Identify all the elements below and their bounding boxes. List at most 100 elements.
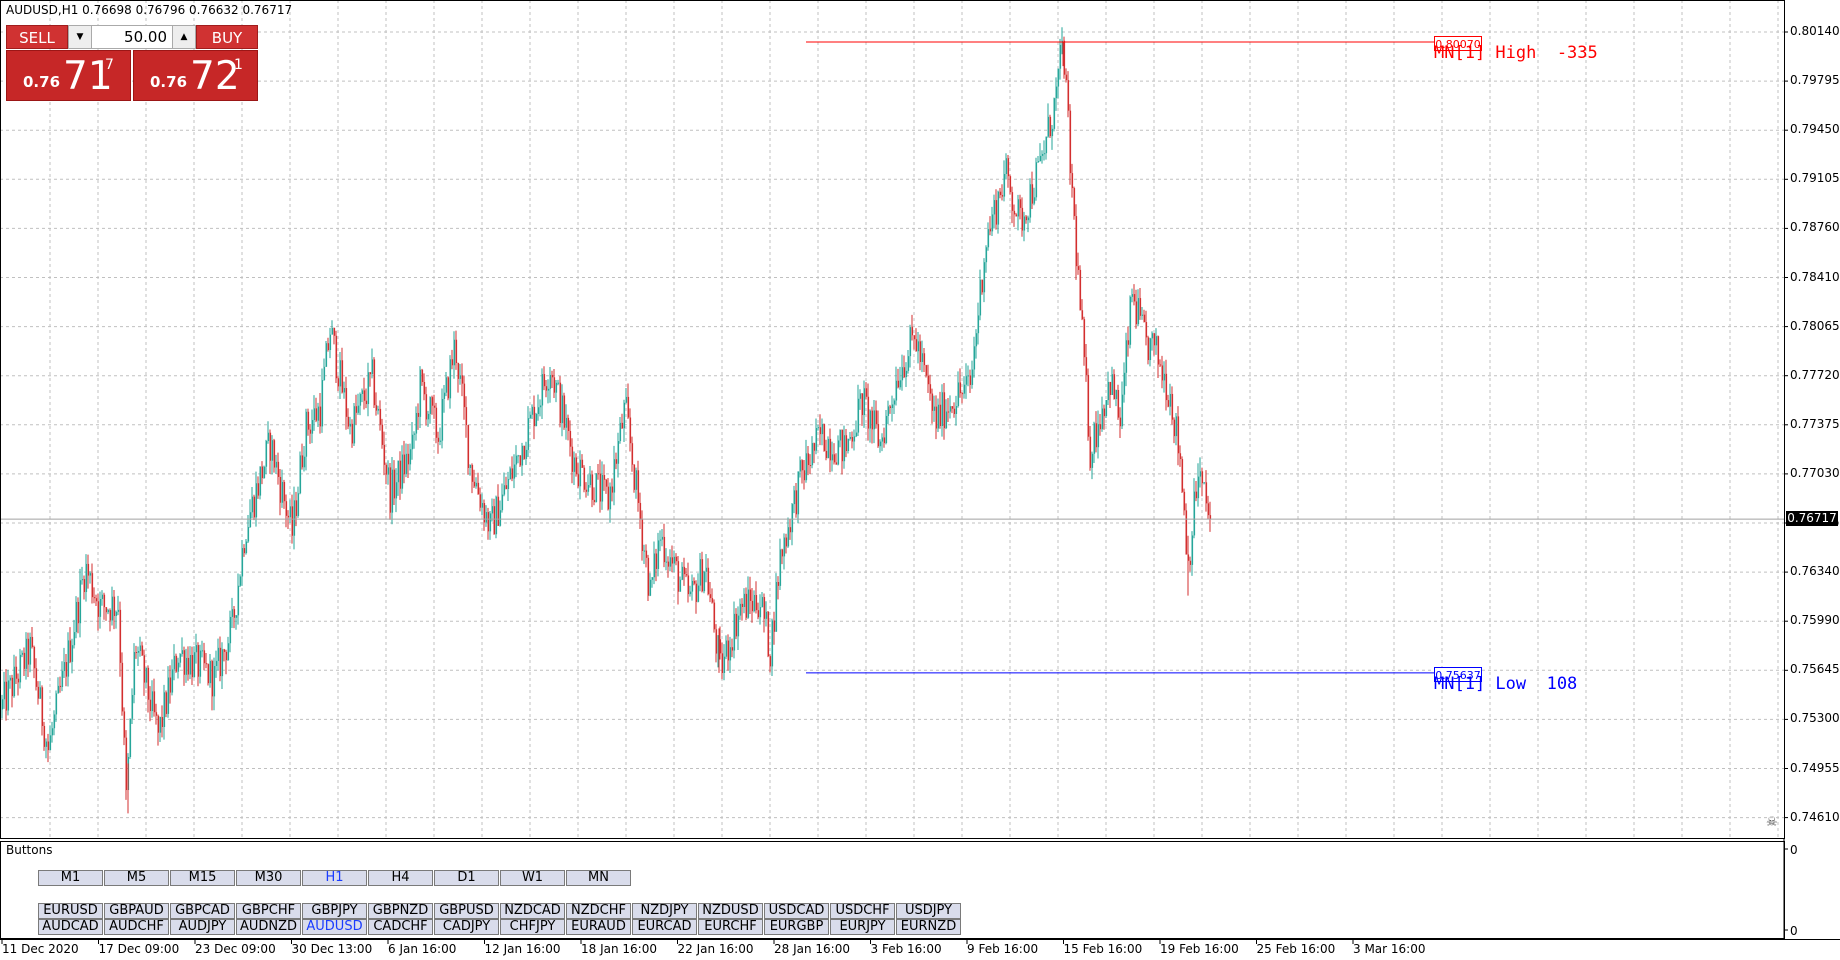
candle-body bbox=[599, 473, 602, 502]
lots-value[interactable]: 50.00 bbox=[93, 26, 171, 48]
symbol-button-audchf[interactable]: AUDCHF bbox=[104, 919, 169, 935]
candle-body bbox=[923, 353, 926, 366]
candle-body bbox=[697, 585, 700, 602]
symbol-button-gbpchf[interactable]: GBPCHF bbox=[236, 903, 301, 919]
symbol-button-gbpaud[interactable]: GBPAUD bbox=[104, 903, 169, 919]
candle-body bbox=[711, 598, 714, 603]
candle-body bbox=[625, 396, 628, 403]
candle-body bbox=[147, 667, 150, 700]
symbol-button-chfjpy[interactable]: CHFJPY bbox=[500, 919, 565, 935]
candle-body bbox=[53, 714, 56, 729]
symbol-button-audnzd[interactable]: AUDNZD bbox=[236, 919, 301, 935]
symbol-button-eurusd[interactable]: EURUSD bbox=[38, 903, 103, 919]
candle-body bbox=[799, 460, 802, 472]
timeframe-button-h1[interactable]: H1 bbox=[302, 870, 367, 886]
candle-body bbox=[205, 663, 208, 665]
candle-body bbox=[109, 610, 112, 621]
symbol-button-gbpusd[interactable]: GBPUSD bbox=[434, 903, 499, 919]
symbol-button-eurjpy[interactable]: EURJPY bbox=[830, 919, 895, 935]
symbol-button-audjpy[interactable]: AUDJPY bbox=[170, 919, 235, 935]
candle-body bbox=[801, 460, 804, 471]
candle-body bbox=[125, 737, 128, 791]
sell-price-sup: 7 bbox=[105, 57, 114, 73]
candle-body bbox=[747, 589, 750, 618]
symbol-button-nzdcad[interactable]: NZDCAD bbox=[500, 903, 565, 919]
candle-body bbox=[1015, 214, 1018, 217]
symbol-button-eurchf[interactable]: EURCHF bbox=[698, 919, 763, 935]
sell-price-box[interactable]: 0.76 71 7 bbox=[6, 50, 131, 101]
buy-button[interactable]: BUY bbox=[196, 25, 258, 49]
symbol-button-eurnzd[interactable]: EURNZD bbox=[896, 919, 961, 935]
candle-body bbox=[229, 616, 232, 644]
symbol-button-eurcad[interactable]: EURCAD bbox=[632, 919, 697, 935]
candle-body bbox=[345, 388, 348, 417]
candle-body bbox=[47, 741, 50, 751]
timeframe-button-m30[interactable]: M30 bbox=[236, 870, 301, 886]
grid bbox=[0, 0, 1788, 839]
candle-body bbox=[659, 539, 662, 541]
lots-decrease-button[interactable]: ▼ bbox=[69, 26, 92, 48]
candle-body bbox=[115, 611, 118, 616]
candle-body bbox=[217, 647, 220, 661]
candle-body bbox=[623, 402, 626, 429]
lots-input[interactable]: ▼ 50.00 ▲ bbox=[68, 25, 196, 49]
timeframe-button-h4[interactable]: H4 bbox=[368, 870, 433, 886]
symbol-button-audusd[interactable]: AUDUSD bbox=[302, 919, 367, 935]
candle-body bbox=[277, 461, 280, 477]
candle-body bbox=[469, 464, 472, 468]
candle-body bbox=[57, 685, 60, 694]
candle-body bbox=[85, 563, 88, 593]
buy-price-box[interactable]: 0.76 72 1 bbox=[133, 50, 258, 101]
candle-body bbox=[161, 717, 164, 727]
candle-body bbox=[19, 654, 22, 683]
sell-button[interactable]: SELL bbox=[6, 25, 68, 49]
timeframe-button-d1[interactable]: D1 bbox=[434, 870, 499, 886]
candle-body bbox=[459, 375, 462, 379]
candle-body bbox=[561, 395, 564, 424]
timeframe-button-w1[interactable]: W1 bbox=[500, 870, 565, 886]
time-tick-label: 11 Dec 2020 bbox=[2, 942, 79, 956]
candle-body bbox=[1105, 400, 1108, 417]
symbol-button-euraud[interactable]: EURAUD bbox=[566, 919, 631, 935]
timeframe-button-m5[interactable]: M5 bbox=[104, 870, 169, 886]
candle-body bbox=[871, 410, 874, 430]
symbol-button-gbpnzd[interactable]: GBPNZD bbox=[368, 903, 433, 919]
symbol-button-gbpjpy[interactable]: GBPJPY bbox=[302, 903, 367, 919]
candle-body bbox=[15, 666, 18, 679]
symbol-button-eurgbp[interactable]: EURGBP bbox=[764, 919, 829, 935]
symbol-button-usdcad[interactable]: USDCAD bbox=[764, 903, 829, 919]
candle-body bbox=[709, 594, 712, 599]
symbol-button-cadchf[interactable]: CADCHF bbox=[368, 919, 433, 935]
timeframe-button-mn[interactable]: MN bbox=[566, 870, 631, 886]
candle-body bbox=[809, 465, 812, 467]
symbol-button-nzdchf[interactable]: NZDCHF bbox=[566, 903, 631, 919]
candle-body bbox=[795, 490, 798, 515]
symbol-button-nzdusd[interactable]: NZDUSD bbox=[698, 903, 763, 919]
candle-body bbox=[585, 489, 588, 492]
timeframe-button-m15[interactable]: M15 bbox=[170, 870, 235, 886]
candle-body bbox=[177, 662, 180, 672]
candle-body bbox=[153, 691, 156, 713]
candle-body bbox=[381, 424, 384, 445]
candle-body bbox=[821, 424, 824, 435]
candle-body bbox=[1143, 314, 1146, 323]
chart-canvas[interactable] bbox=[0, 0, 1840, 960]
symbol-button-cadjpy[interactable]: CADJPY bbox=[434, 919, 499, 935]
symbol-button-audcad[interactable]: AUDCAD bbox=[38, 919, 103, 935]
candle-body bbox=[947, 411, 950, 413]
candle-body bbox=[955, 406, 958, 415]
candle-body bbox=[881, 437, 884, 442]
candle-body bbox=[487, 512, 490, 532]
price-tick-label: 0.79105 bbox=[1790, 171, 1840, 186]
candle-body bbox=[255, 483, 258, 518]
symbol-button-usdchf[interactable]: USDCHF bbox=[830, 903, 895, 919]
candle-body bbox=[427, 413, 430, 420]
timeframe-button-m1[interactable]: M1 bbox=[38, 870, 103, 886]
candle-body bbox=[349, 423, 352, 427]
candle-body bbox=[961, 393, 964, 395]
symbol-button-nzdjpy[interactable]: NZDJPY bbox=[632, 903, 697, 919]
symbol-button-usdjpy[interactable]: USDJPY bbox=[896, 903, 961, 919]
lots-increase-button[interactable]: ▲ bbox=[172, 26, 195, 48]
candle-body bbox=[885, 415, 888, 444]
symbol-button-gbpcad[interactable]: GBPCAD bbox=[170, 903, 235, 919]
